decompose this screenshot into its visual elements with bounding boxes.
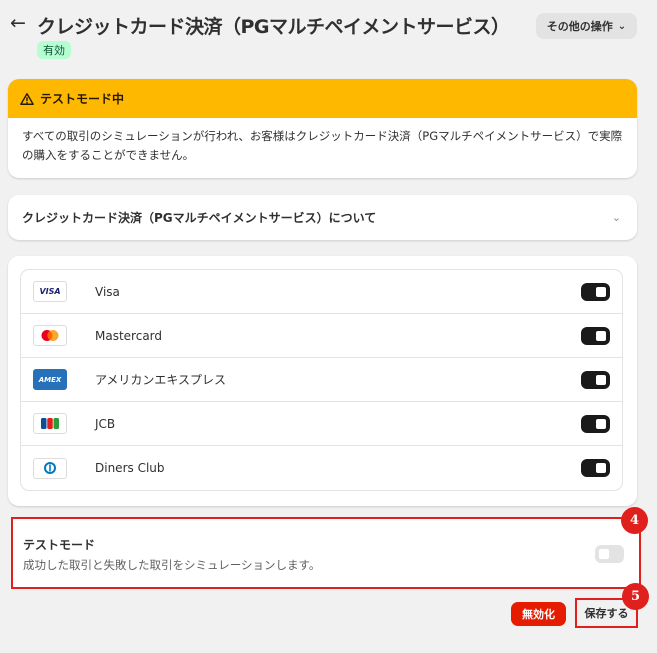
amex-toggle[interactable]	[581, 371, 610, 389]
deactivate-button[interactable]: 無効化	[511, 602, 566, 626]
warning-icon	[20, 92, 34, 105]
page-title: クレジットカード決済（PGマルチペイメントサービス）	[37, 16, 510, 38]
card-brand-row-diners-club: Diners Club	[21, 446, 622, 490]
visa-logo-icon: VISA	[33, 281, 67, 302]
card-brand-row-mastercard: Mastercard	[21, 314, 622, 358]
about-section-toggle[interactable]: クレジットカード決済（PGマルチペイメントサービス）について ⌄	[8, 195, 637, 240]
about-section-title: クレジットカード決済（PGマルチペイメントサービス）について	[22, 211, 377, 225]
card-brand-row-jcb: JCB	[21, 402, 622, 446]
status-badge: 有効	[37, 41, 71, 59]
test-mode-card: テストモード 成功した取引と失敗した取引をシミュレーションします。	[11, 517, 641, 589]
card-brand-row-visa: VISA Visa	[21, 270, 622, 314]
banner-title: テストモード中	[40, 92, 125, 106]
card-brand-name: JCB	[95, 416, 116, 431]
page-header: ← クレジットカード決済（PGマルチペイメントサービス） 有効 その他の操作 ⌄	[0, 0, 657, 70]
card-brand-name: アメリカンエキスプレス	[95, 373, 227, 387]
visa-toggle[interactable]	[581, 283, 610, 301]
step-5-badge: 5	[622, 583, 649, 610]
back-arrow-icon[interactable]: ←	[10, 12, 26, 34]
jcb-logo-icon	[33, 413, 67, 434]
diners-club-toggle[interactable]	[581, 459, 610, 477]
card-brand-name: Visa	[95, 284, 120, 299]
step-4-badge: 4	[621, 507, 648, 534]
banner-body: すべての取引のシミュレーションが行われ、お客様はクレジットカード決済（PGマルチ…	[22, 129, 623, 162]
diners-club-logo-icon	[33, 457, 67, 479]
test-mode-toggle[interactable]	[595, 545, 624, 563]
mastercard-logo-icon	[33, 325, 67, 346]
more-actions-label: その他の操作	[546, 20, 613, 33]
banner-header: テストモード中	[8, 79, 637, 118]
chevron-down-icon: ⌄	[617, 20, 627, 32]
card-brand-row-amex: AMEX アメリカンエキスプレス	[21, 358, 622, 402]
jcb-toggle[interactable]	[581, 415, 610, 433]
card-brands-card: VISA Visa Mastercard AMEX アメリカンエキスプレス JC…	[8, 256, 637, 506]
card-brand-name: Diners Club	[95, 461, 165, 475]
more-actions-button[interactable]: その他の操作 ⌄	[536, 13, 637, 39]
card-brand-name: Mastercard	[95, 328, 163, 343]
chevron-down-icon: ⌄	[611, 211, 621, 224]
card-brand-list: VISA Visa Mastercard AMEX アメリカンエキスプレス JC…	[20, 269, 623, 491]
test-mode-title: テストモード	[23, 538, 96, 552]
test-mode-description: 成功した取引と失敗した取引をシミュレーションします。	[23, 558, 321, 572]
test-mode-banner: テストモード中 すべての取引のシミュレーションが行われ、お客様はクレジットカード…	[8, 79, 637, 178]
amex-logo-icon: AMEX	[33, 369, 67, 390]
mastercard-toggle[interactable]	[581, 327, 610, 345]
